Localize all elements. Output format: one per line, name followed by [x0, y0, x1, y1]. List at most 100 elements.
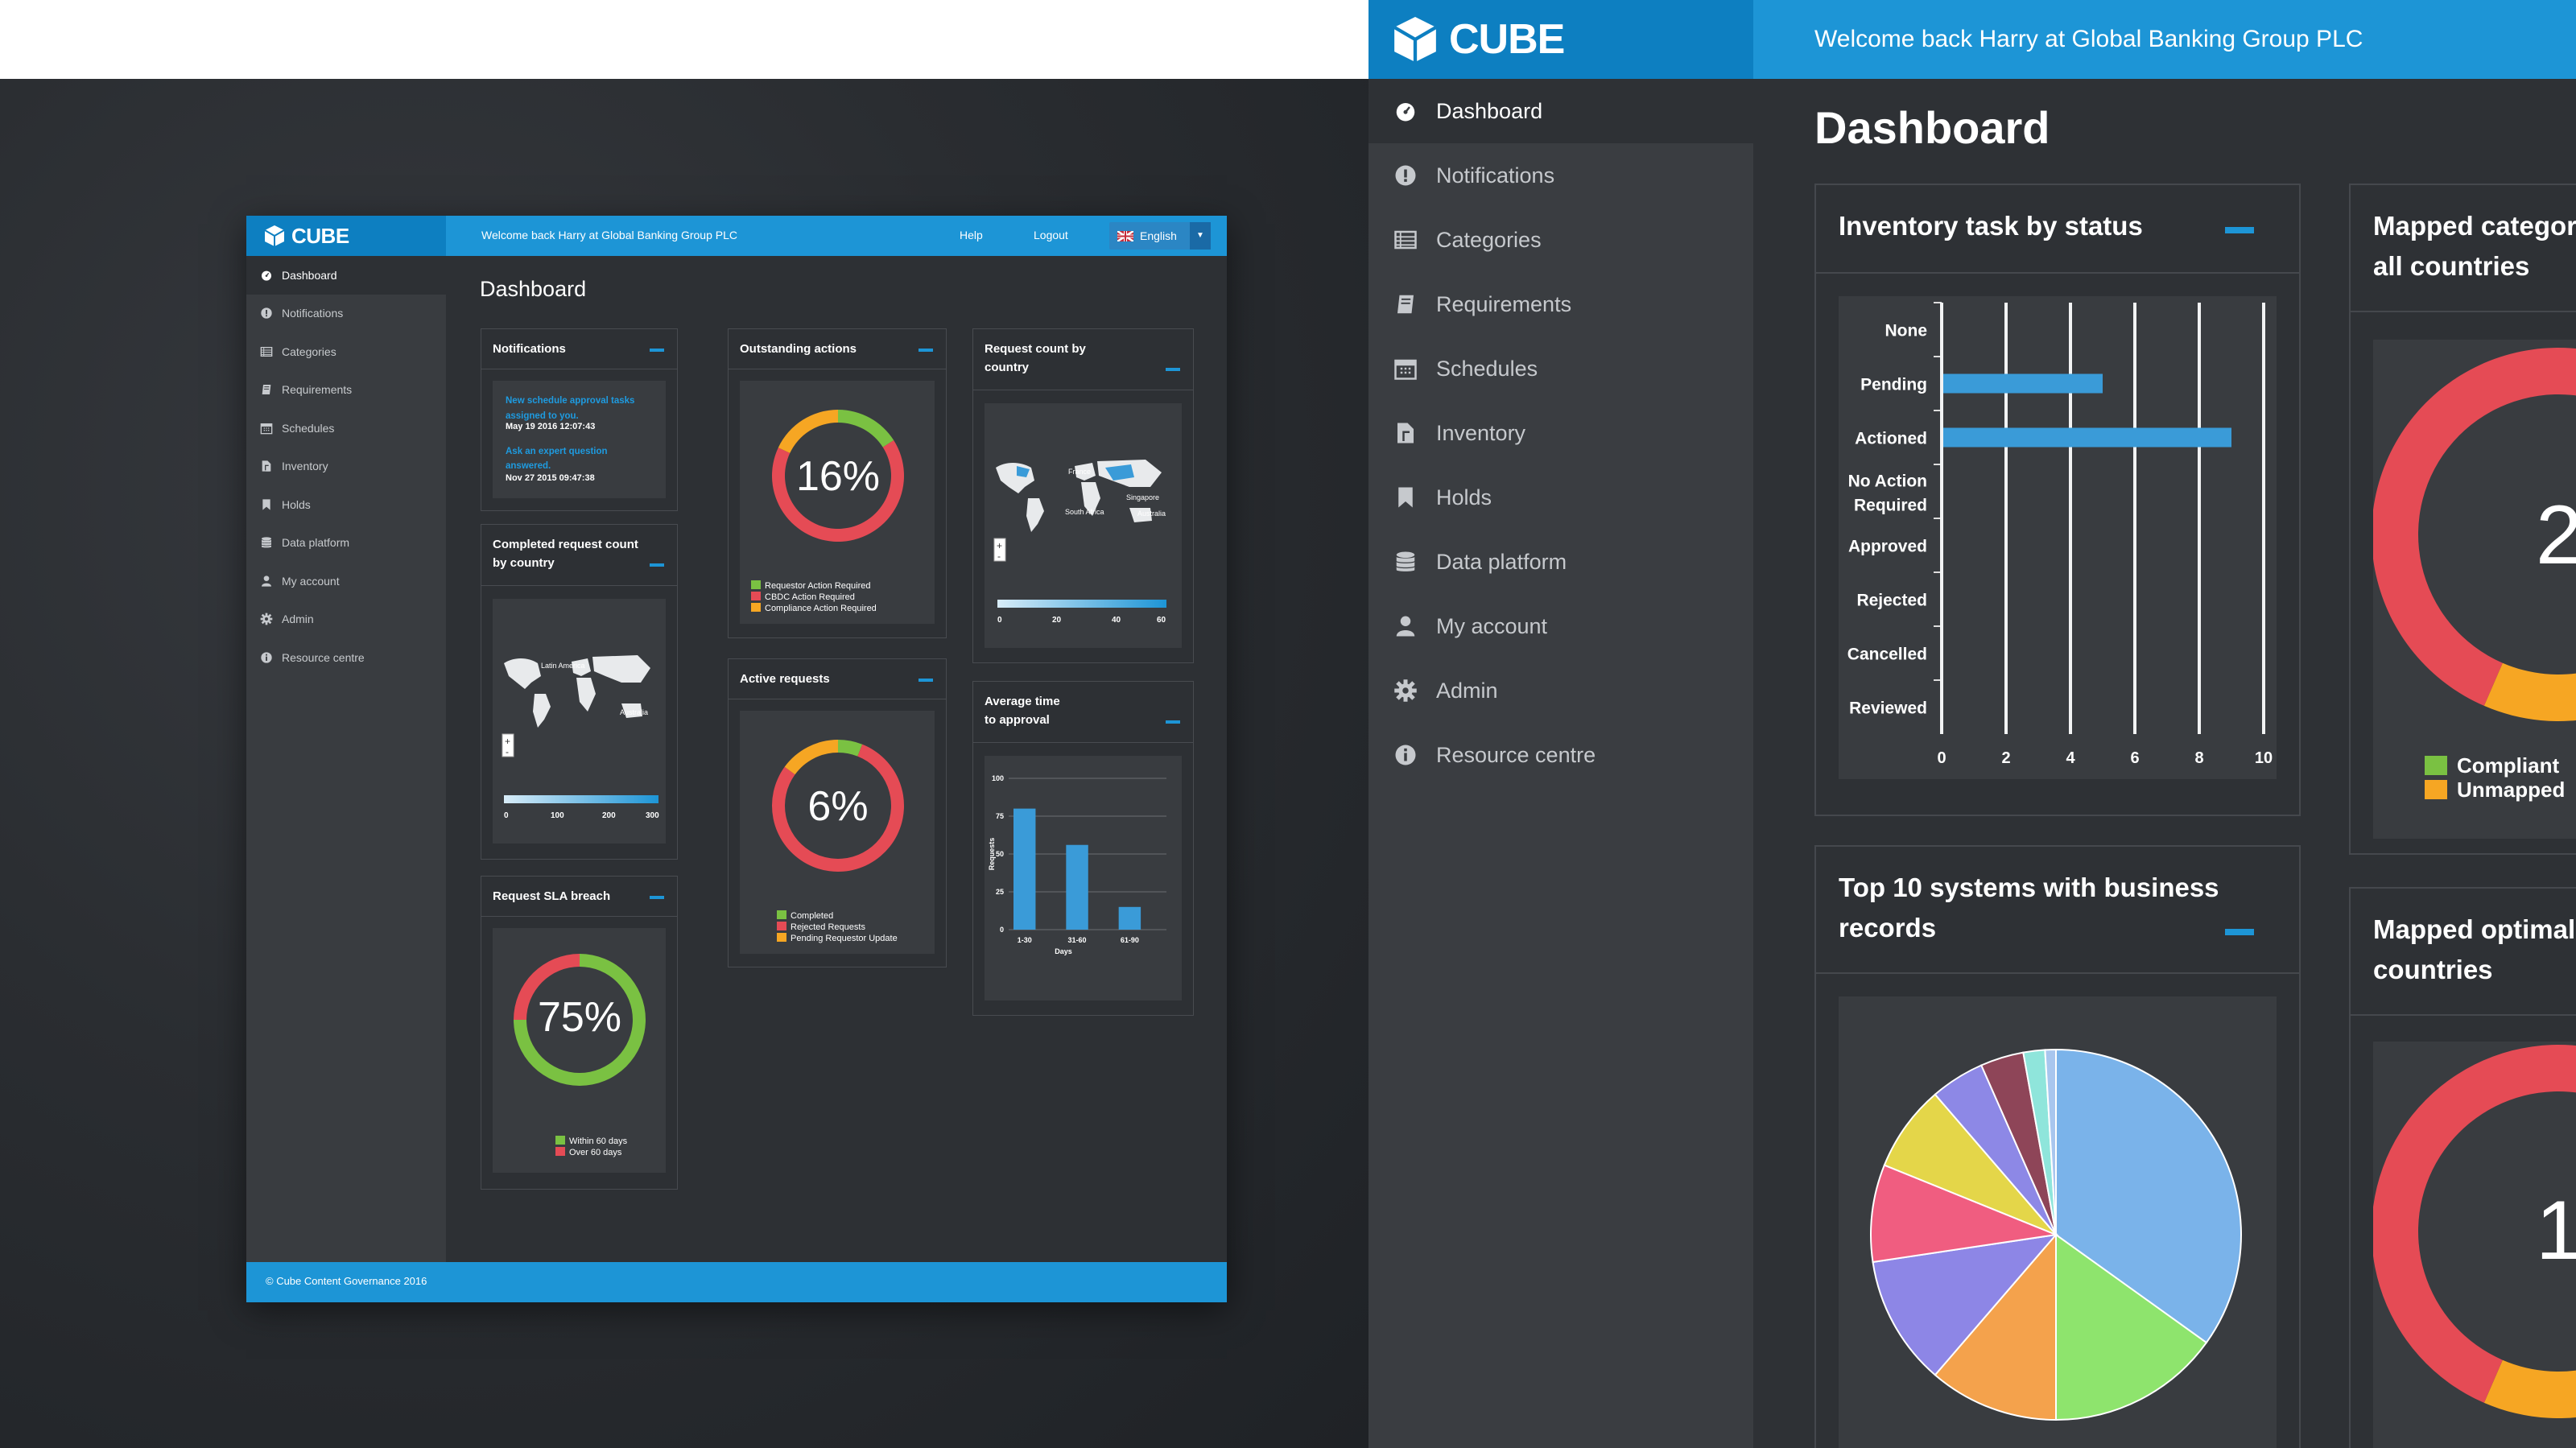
- minimize-button[interactable]: [2225, 929, 2254, 935]
- donut-panel: 6% Completed Rejected Requests Pending R…: [740, 711, 935, 954]
- sidebar-item-dashboard[interactable]: Dashboard: [1368, 79, 1753, 143]
- bar[interactable]: [1013, 808, 1036, 930]
- world-map[interactable]: Latin America Australia + - 0 100 200 30…: [493, 599, 667, 844]
- minimize-button[interactable]: [1166, 720, 1180, 724]
- sidebar-item-resource-centre[interactable]: Resource centre: [246, 638, 446, 677]
- minimize-button[interactable]: [2225, 227, 2254, 233]
- y-axis-label: Requests: [988, 838, 996, 871]
- notification-item[interactable]: New schedule approval tasks assigned to …: [506, 392, 653, 431]
- inventory-status-chart[interactable]: 0 2 4 6 8 10 None Pending Actioned No Action Requi…: [1839, 296, 2277, 779]
- language-select[interactable]: English ▼: [1109, 222, 1211, 250]
- gear-icon: [1391, 676, 1420, 705]
- chart-legend: Requestor Action Required CBDC Action Re…: [751, 580, 877, 614]
- avg-time-chart[interactable]: 0 25 50 75 100 1-30 31-60 61-90 Days Requests: [985, 756, 1183, 1000]
- active-requests-card: Active requests 6% Completed Rejected Re…: [728, 658, 947, 967]
- svg-text:France: France: [1068, 468, 1091, 476]
- sidebar-item-inventory[interactable]: Inventory: [1368, 401, 1753, 465]
- sidebar-item-notifications[interactable]: Notifications: [246, 295, 446, 333]
- bar[interactable]: [1942, 427, 2231, 448]
- mapped-optimal-donut[interactable]: 1(: [2372, 1042, 2576, 1448]
- card-title: Active requests: [729, 659, 946, 699]
- donut-panel: 2 Compliant Unmapped: [2372, 340, 2576, 839]
- database-icon: [1391, 547, 1420, 576]
- sidebar-item-my-account[interactable]: My account: [1368, 594, 1753, 658]
- completed-request-card: Completed request count by country Latin …: [481, 524, 678, 860]
- x-tick-label: 8: [2194, 749, 2203, 767]
- zoom-in-button[interactable]: +: [997, 540, 1002, 551]
- y-tick-label: 25: [996, 888, 1004, 896]
- x-tick-label: 4: [2066, 749, 2075, 767]
- mini-header: CUBE Welcome back Harry at Global Bankin…: [246, 216, 1227, 256]
- zoom-sidebar: Dashboard Notifications Categories Requirem…: [1368, 79, 1753, 1448]
- map-scale-bar: [504, 795, 658, 803]
- minimize-button[interactable]: [1166, 368, 1180, 371]
- minimize-button[interactable]: [650, 349, 664, 352]
- card-title: Notifications: [481, 329, 677, 369]
- donut-segment[interactable]: [778, 410, 838, 453]
- sidebar-item-label: Requirements: [282, 383, 353, 397]
- sidebar-item-resource-centre[interactable]: Resource centre: [1368, 723, 1753, 787]
- donut-segment[interactable]: [838, 410, 894, 448]
- svg-text:300: 300: [646, 811, 659, 820]
- sidebar-item-data-platform[interactable]: Data platform: [1368, 530, 1753, 594]
- world-map[interactable]: France Singapore South Africa Australia …: [985, 403, 1183, 648]
- minimize-button[interactable]: [919, 349, 933, 352]
- chevron-down-icon: ▼: [1190, 222, 1211, 250]
- sidebar-item-inventory[interactable]: Inventory: [246, 448, 446, 486]
- y-tick-label: Pending: [1860, 376, 1927, 394]
- sidebar-item-requirements[interactable]: Requirements: [1368, 272, 1753, 336]
- file-icon: [1391, 419, 1420, 448]
- list-icon: [259, 344, 274, 359]
- outstanding-actions-card: Outstanding actions 16% Requestor Action…: [728, 328, 947, 638]
- sidebar-item-label: Notifications: [282, 307, 344, 320]
- zoom-in-button[interactable]: +: [505, 736, 510, 747]
- donut-segment[interactable]: [784, 740, 838, 775]
- sidebar-item-notifications[interactable]: Notifications: [1368, 143, 1753, 208]
- svg-text:60: 60: [1157, 616, 1166, 625]
- zoom-out-button[interactable]: -: [997, 551, 1001, 562]
- sidebar-item-dashboard[interactable]: Dashboard: [246, 256, 446, 295]
- zoom-logo[interactable]: CUBE: [1368, 0, 1753, 79]
- info-icon: [1391, 741, 1420, 769]
- card-title: Outstanding actions: [729, 329, 946, 369]
- sidebar-item-categories[interactable]: Categories: [246, 332, 446, 371]
- sidebar-item-admin[interactable]: Admin: [1368, 658, 1753, 723]
- sidebar-item-my-account[interactable]: My account: [246, 562, 446, 600]
- minimize-button[interactable]: [650, 896, 664, 899]
- donut-value: 2: [2536, 489, 2576, 582]
- sidebar-item-admin[interactable]: Admin: [246, 600, 446, 639]
- mini-logo[interactable]: CUBE: [246, 216, 446, 256]
- chart-legend: Within 60 days Over 60 days: [555, 1136, 627, 1158]
- donut-value: 75%: [538, 994, 621, 1041]
- sidebar-item-requirements[interactable]: Requirements: [246, 371, 446, 410]
- bar[interactable]: [1066, 844, 1088, 930]
- sidebar-item-label: My account: [1436, 613, 1548, 638]
- zoom-out-button[interactable]: -: [506, 746, 509, 757]
- sidebar-item-data-platform[interactable]: Data platform: [246, 524, 446, 563]
- sidebar-item-label: Holds: [282, 497, 311, 511]
- card-title: Average time to approval: [973, 682, 1193, 743]
- sidebar-item-holds[interactable]: Holds: [1368, 465, 1753, 530]
- card-title: Completed request count by country: [481, 525, 677, 586]
- top-systems-pie[interactable]: [1839, 996, 2277, 1448]
- sidebar-item-label: Categories: [1436, 227, 1542, 252]
- sidebar-item-schedules[interactable]: Schedules: [246, 409, 446, 448]
- minimize-button[interactable]: [650, 563, 664, 567]
- svg-text:Singapore: Singapore: [1126, 493, 1159, 501]
- bar[interactable]: [1118, 906, 1141, 930]
- sidebar-item-schedules[interactable]: Schedules: [1368, 336, 1753, 401]
- brand-name: CUBE: [1449, 16, 1565, 63]
- notification-item[interactable]: Ask an expert question answered. Nov 27 …: [506, 444, 653, 483]
- sidebar-item-categories[interactable]: Categories: [1368, 208, 1753, 272]
- y-tick-label: None: [1885, 322, 1928, 340]
- minimize-button[interactable]: [919, 679, 933, 682]
- y-tick-label: Required: [1854, 497, 1927, 515]
- sidebar-item-holds[interactable]: Holds: [246, 485, 446, 524]
- svg-text:40: 40: [1112, 616, 1121, 625]
- bar[interactable]: [1942, 373, 2103, 394]
- help-link[interactable]: Help: [960, 229, 983, 241]
- logout-link[interactable]: Logout: [1034, 229, 1068, 241]
- welcome-message: Welcome back Harry at Global Banking Gro…: [1814, 26, 2363, 52]
- bookmark-icon: [1391, 483, 1420, 512]
- top-systems-card: Top 10 systems with business records: [1814, 845, 2301, 1448]
